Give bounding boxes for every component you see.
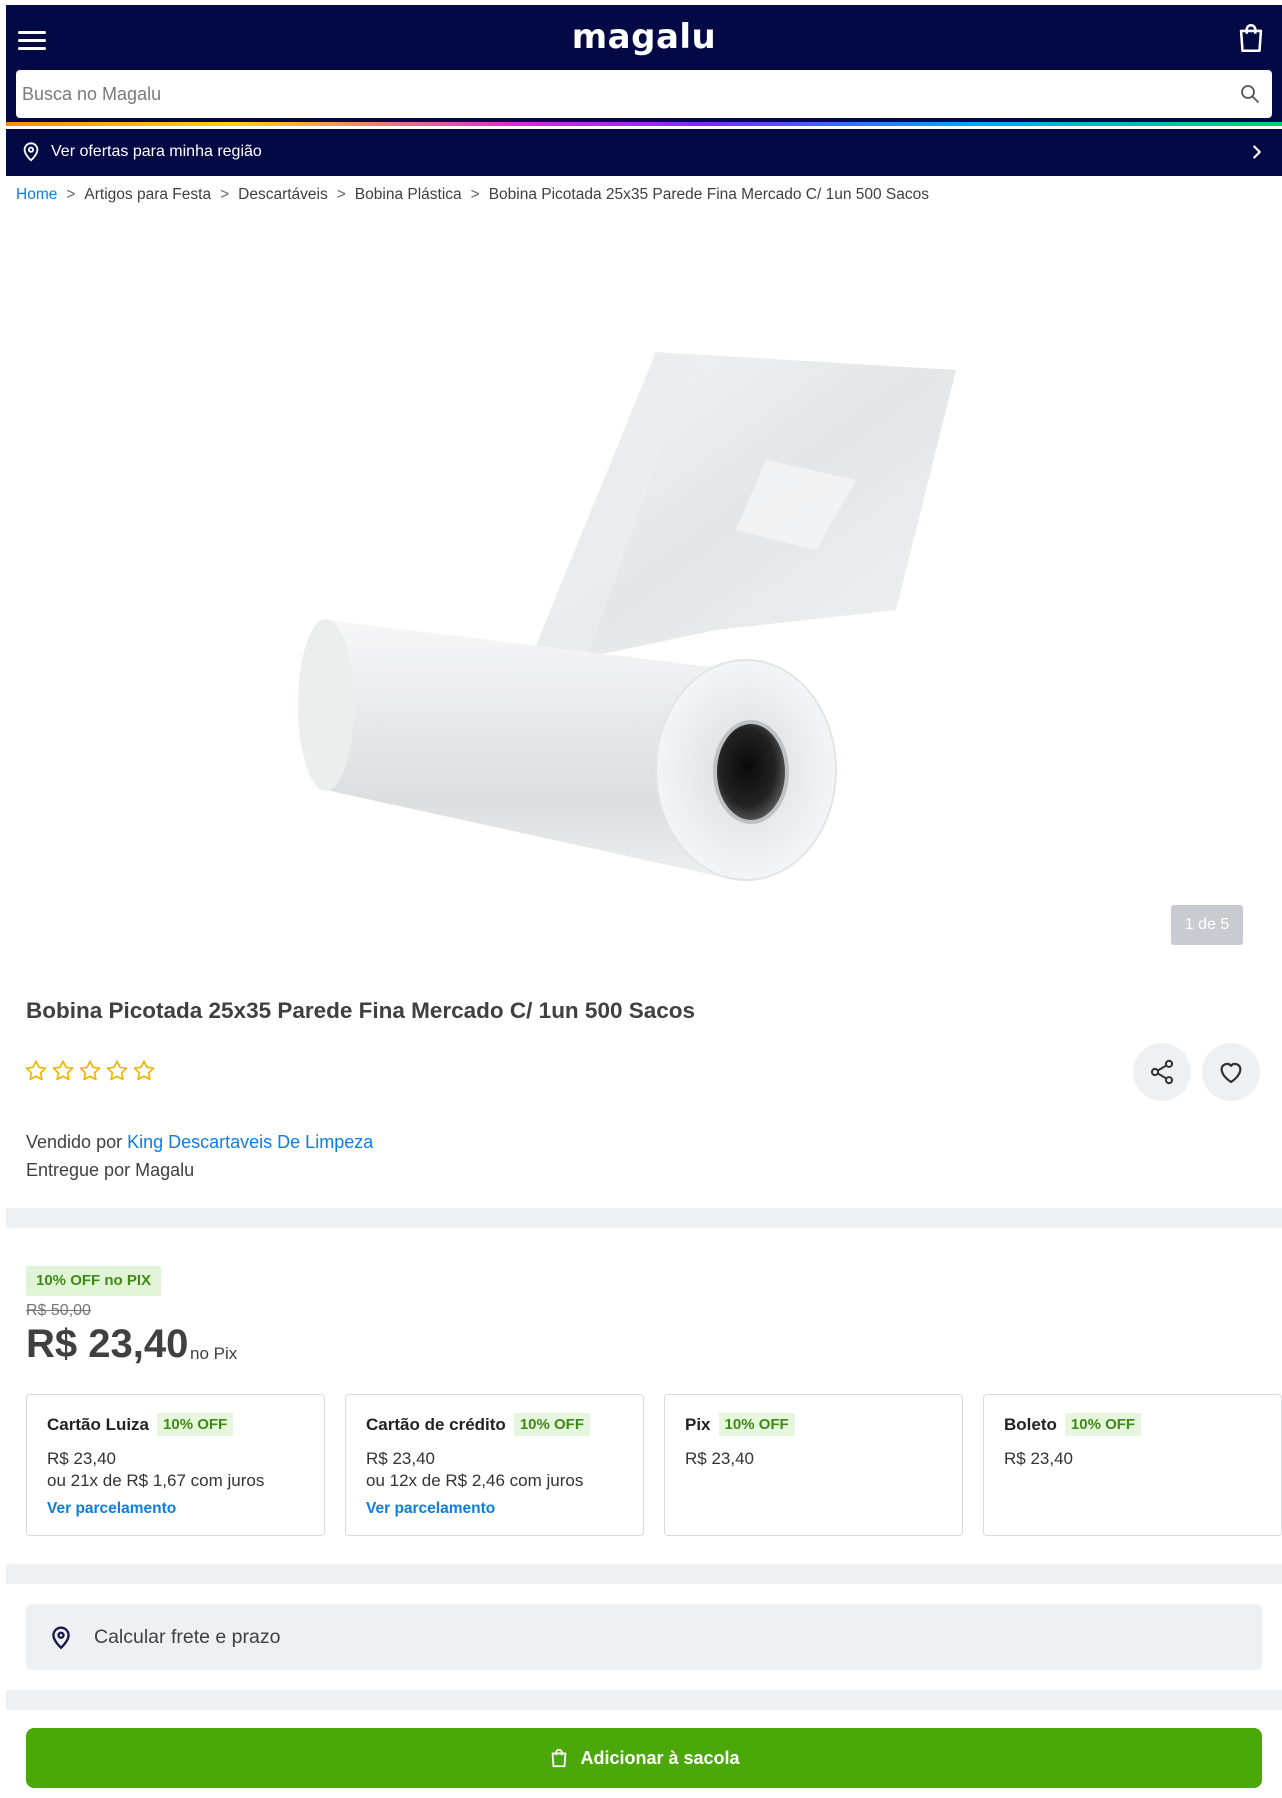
search-bar <box>16 70 1272 118</box>
section-divider <box>6 1690 1282 1710</box>
star-outline-icon <box>79 1060 101 1081</box>
heart-icon <box>1220 1062 1242 1084</box>
sold-by-label: Vendido por <box>26 1132 123 1152</box>
payment-discount-badge: 10% OFF <box>718 1413 795 1436</box>
payment-option-pix: Pix 10% OFF R$ 23,40 <box>664 1394 963 1536</box>
payment-name: Cartão Luiza <box>47 1414 150 1434</box>
payment-installments: ou 21x de R$ 1,67 com juros <box>47 1471 265 1490</box>
chevron-right-icon <box>1253 145 1261 159</box>
payment-discount-badge: 10% OFF <box>1064 1413 1142 1436</box>
add-to-bag-button[interactable]: Adicionar à sacola <box>26 1728 1262 1788</box>
price-suffix: no Pix <box>190 1344 238 1363</box>
pix-discount-badge: 10% OFF no PIX <box>26 1266 162 1296</box>
payment-amount: R$ 23,40 <box>366 1449 435 1468</box>
seller-info: Vendido por King Descartaveis De Limpeza… <box>26 1128 373 1184</box>
star-outline-icon <box>133 1060 155 1081</box>
share-button[interactable] <box>1133 1043 1191 1101</box>
image-counter: 1 de 5 <box>1171 905 1243 945</box>
payment-option-cartao-luiza: Cartão Luiza 10% OFF R$ 23,40 ou 21x de … <box>26 1394 325 1536</box>
magalu-logo[interactable]: magalu <box>6 17 1282 57</box>
see-installments-link[interactable]: Ver parcelamento <box>47 1500 176 1518</box>
breadcrumb: Home > Artigos para Festa > Descartáveis > Bob… <box>16 186 929 204</box>
freight-label: Calcular frete e prazo <box>94 1626 281 1648</box>
region-offers-bar[interactable]: Ver ofertas para minha região <box>6 129 1282 176</box>
seller-link[interactable]: King Descartaveis De Limpeza <box>127 1132 373 1152</box>
star-outline-icon <box>106 1060 128 1081</box>
delivered-by: Entregue por Magalu <box>26 1160 195 1180</box>
breadcrumb-separator: > <box>470 186 480 203</box>
section-divider <box>6 1208 1282 1228</box>
payment-discount-badge: 10% OFF <box>157 1413 234 1436</box>
payment-name: Boleto <box>1004 1414 1057 1434</box>
search-input[interactable] <box>16 70 1226 118</box>
breadcrumb-current-product[interactable]: Bobina Picotada 25x35 Parede Fina Mercad… <box>489 186 929 203</box>
payment-amount: R$ 23,40 <box>1004 1449 1073 1468</box>
share-icon <box>1150 1059 1174 1085</box>
section-divider <box>6 1564 1282 1584</box>
shopping-bag-button[interactable] <box>1234 21 1268 57</box>
payment-discount-badge: 10% OFF <box>513 1413 590 1436</box>
favorite-button[interactable] <box>1202 1043 1260 1101</box>
breadcrumb-home[interactable]: Home <box>16 186 57 203</box>
header: magalu <box>6 5 1282 126</box>
star-outline-icon <box>25 1060 47 1081</box>
location-pin-icon <box>23 142 39 162</box>
payment-amount: R$ 23,40 <box>685 1449 754 1468</box>
payment-amount: R$ 23,40 <box>47 1449 116 1468</box>
payment-name: Cartão de crédito <box>366 1414 506 1434</box>
star-outline-icon <box>52 1060 74 1081</box>
add-to-bag-label: Adicionar à sacola <box>580 1747 740 1768</box>
payment-option-header: Cartão de crédito 10% OFF <box>366 1413 590 1436</box>
payment-option-header: Pix 10% OFF <box>685 1413 795 1436</box>
calculate-freight-button[interactable]: Calcular frete e prazo <box>26 1604 1262 1670</box>
rating-stars[interactable] <box>23 1058 157 1084</box>
breadcrumb-separator: > <box>220 186 230 203</box>
product-image[interactable] <box>296 340 956 900</box>
payment-name: Pix <box>685 1414 711 1434</box>
payment-option-cartao-credito: Cartão de crédito 10% OFF R$ 23,40 ou 12… <box>345 1394 644 1536</box>
pix-price: R$ 23,40 <box>26 1322 189 1366</box>
shopping-bag-icon <box>1239 23 1263 53</box>
page: magalu Ver ofertas para minha região H <box>6 0 1282 1798</box>
breadcrumb-descartaveis[interactable]: Descartáveis <box>238 186 328 203</box>
location-pin-icon <box>52 1626 70 1650</box>
product-title: Bobina Picotada 25x35 Parede Fina Mercad… <box>26 998 696 1023</box>
sold-by-line: Vendido por King Descartaveis De Limpeza <box>26 1128 373 1156</box>
breadcrumb-separator: > <box>336 186 346 203</box>
shopping-bag-icon <box>552 1748 567 1768</box>
breadcrumb-artigos-para-festa[interactable]: Artigos para Festa <box>84 186 211 203</box>
payment-option-boleto: Boleto 10% OFF R$ 23,40 <box>983 1394 1282 1536</box>
payment-option-header: Cartão Luiza 10% OFF <box>47 1413 234 1436</box>
breadcrumb-bobina-plastica[interactable]: Bobina Plástica <box>355 186 462 203</box>
region-offers-label: Ver ofertas para minha região <box>51 143 262 160</box>
old-price: R$ 50,00 <box>26 1302 91 1319</box>
payment-installments: ou 12x de R$ 2,46 com juros <box>366 1471 584 1490</box>
payment-option-header: Boleto 10% OFF <box>1004 1413 1142 1436</box>
header-accent-stripe <box>6 122 1282 126</box>
see-installments-link[interactable]: Ver parcelamento <box>366 1500 495 1518</box>
search-icon[interactable] <box>1238 82 1262 106</box>
breadcrumb-separator: > <box>66 186 76 203</box>
